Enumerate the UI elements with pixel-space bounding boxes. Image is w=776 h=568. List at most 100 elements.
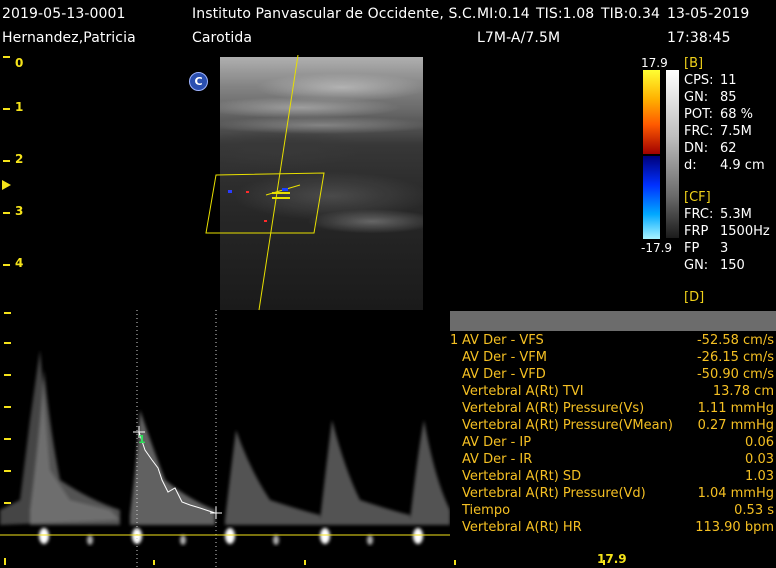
- color-roi-box[interactable]: [205, 172, 325, 234]
- param-key: d:: [684, 158, 697, 173]
- param-key: GN:: [684, 90, 709, 105]
- depth-label-0: 0: [15, 56, 24, 70]
- measurement-value: 1.03: [745, 469, 774, 484]
- caliper-marker-label: 1: [138, 433, 146, 446]
- param-key: DN:: [684, 141, 709, 156]
- measurement-value: 0.06: [745, 435, 774, 450]
- measurement-label: Vertebral A(Rt) SD: [462, 469, 582, 484]
- param-value: 11: [720, 73, 737, 88]
- grayscale-bar: [666, 70, 679, 238]
- baseline-scale-label: 17.9: [597, 552, 627, 566]
- measurement-value: -26.15 cm/s: [696, 350, 774, 365]
- measurement-value: 113.90 bpm: [695, 520, 774, 535]
- measurement-label: Vertebral A(Rt) Pressure(Vs): [462, 401, 645, 416]
- measurement-value: 0.27 mmHg: [697, 418, 774, 433]
- color-flow-pixel: [228, 190, 232, 193]
- color-velocity-bar-negative: [643, 156, 660, 239]
- color-flow-pixel: [246, 191, 249, 193]
- measurement-row: Vertebral A(Rt) Pressure(Vs) 1.11 mmHg: [450, 401, 776, 418]
- depth-label-3: 3: [15, 204, 24, 218]
- exam-id: 2019-05-13-0001: [2, 6, 126, 22]
- velocity-tick: [4, 470, 11, 472]
- param-key: POT:: [684, 107, 713, 122]
- depth-label-1: 1: [15, 100, 24, 114]
- param-key: FP: [684, 241, 700, 256]
- velocity-tick: [4, 312, 11, 314]
- color-flow-pixel: [264, 220, 267, 222]
- param-value: 7.5M: [720, 124, 752, 139]
- param-key: FRC:: [684, 124, 714, 139]
- measurement-panel-header: [450, 311, 776, 331]
- exam-date: 13-05-2019: [667, 6, 750, 22]
- measurement-value: -52.58 cm/s: [696, 333, 774, 348]
- param-key: GN:: [684, 258, 709, 273]
- b-mode-section-title: [B]: [684, 56, 704, 71]
- measurement-panel: 1 AV Der - VFS -52.58 cm/s AV Der - VFM …: [450, 331, 776, 539]
- param-value: 1500Hz: [720, 224, 770, 239]
- measurement-row: Vertebral A(Rt) SD 1.03: [450, 469, 776, 486]
- depth-tick: [3, 56, 10, 58]
- measurement-row: Vertebral A(Rt) Pressure(VMean) 0.27 mmH…: [450, 418, 776, 435]
- measurement-row: Vertebral A(Rt) Pressure(Vd) 1.04 mmHg: [450, 486, 776, 503]
- velocity-tick: [4, 374, 11, 376]
- measurement-row: 1 AV Der - VFS -52.58 cm/s: [450, 333, 776, 350]
- param-value: 85: [720, 90, 737, 105]
- measurement-row: AV Der - IR 0.03: [450, 452, 776, 469]
- focus-marker-icon[interactable]: [2, 180, 11, 190]
- param-value: 4.9 cm: [720, 158, 765, 173]
- measurement-label: AV Der - VFM: [462, 350, 547, 365]
- time-scale-ticks: [4, 558, 605, 565]
- d-section-title: [D]: [684, 290, 705, 305]
- mi-value: MI:0.14: [477, 6, 530, 22]
- measurement-index: 1: [450, 333, 459, 348]
- measurement-row: Tiempo 0.53 s: [450, 503, 776, 520]
- velocity-tick: [4, 342, 11, 344]
- measurement-label: Vertebral A(Rt) TVI: [462, 384, 584, 399]
- probe-info: L7M-A/7.5M: [477, 30, 561, 46]
- depth-tick: [3, 108, 10, 110]
- color-flow-pixel: [282, 188, 288, 191]
- measurement-value: -50.90 cm/s: [696, 367, 774, 382]
- param-value: 3: [720, 241, 729, 256]
- velocity-tick: [4, 438, 11, 440]
- depth-tick: [3, 212, 10, 214]
- measurement-value: 0.03: [745, 452, 774, 467]
- measurement-row: Vertebral A(Rt) HR 113.90 bpm: [450, 520, 776, 537]
- doppler-overlay[interactable]: [200, 55, 440, 315]
- cf-section-title: [CF]: [684, 190, 711, 205]
- param-key: FRP: [684, 224, 709, 239]
- patient-name: Hernandez,Patricia: [2, 30, 136, 46]
- measurement-label: AV Der - VFD: [462, 367, 546, 382]
- institution-name: Instituto Panvascular de Occidente, S.C.: [192, 6, 477, 22]
- depth-tick: [3, 264, 10, 266]
- depth-tick: [3, 160, 10, 162]
- measurement-value: 13.78 cm: [712, 384, 774, 399]
- measurement-value: 0.53 s: [734, 503, 774, 518]
- measurement-value: 1.11 mmHg: [697, 401, 774, 416]
- doppler-cursor-line[interactable]: [258, 55, 299, 311]
- measurement-row: AV Der - VFM -26.15 cm/s: [450, 350, 776, 367]
- measurement-label: AV Der - IR: [462, 452, 533, 467]
- colorbar-max: 17.9: [641, 56, 668, 70]
- measurement-label: Vertebral A(Rt) Pressure(VMean): [462, 418, 673, 433]
- measurement-row: AV Der - IP 0.06: [450, 435, 776, 452]
- exam-type: Carotida: [192, 30, 253, 46]
- measurement-row: AV Der - VFD -50.90 cm/s: [450, 367, 776, 384]
- baseline-bright-spots: [39, 528, 423, 545]
- param-value: 150: [720, 258, 745, 273]
- param-value: 68 %: [720, 107, 754, 122]
- measurement-row: Vertebral A(Rt) TVI 13.78 cm: [450, 384, 776, 401]
- velocity-tick: [4, 502, 11, 504]
- measurement-value: 1.04 mmHg: [697, 486, 774, 501]
- measurement-label: AV Der - IP: [462, 435, 532, 450]
- param-key: FRC:: [684, 207, 714, 222]
- measurement-label: Tiempo: [462, 503, 511, 518]
- spectral-waveform: [0, 350, 450, 525]
- color-velocity-bar-positive: [643, 70, 660, 154]
- measurement-label: AV Der - VFS: [462, 333, 544, 348]
- velocity-tick: [4, 406, 11, 408]
- param-value: 62: [720, 141, 737, 156]
- velocity-scale-ticks: [4, 312, 11, 504]
- colorbar-min: -17.9: [641, 241, 673, 255]
- param-value: 5.3M: [720, 207, 752, 222]
